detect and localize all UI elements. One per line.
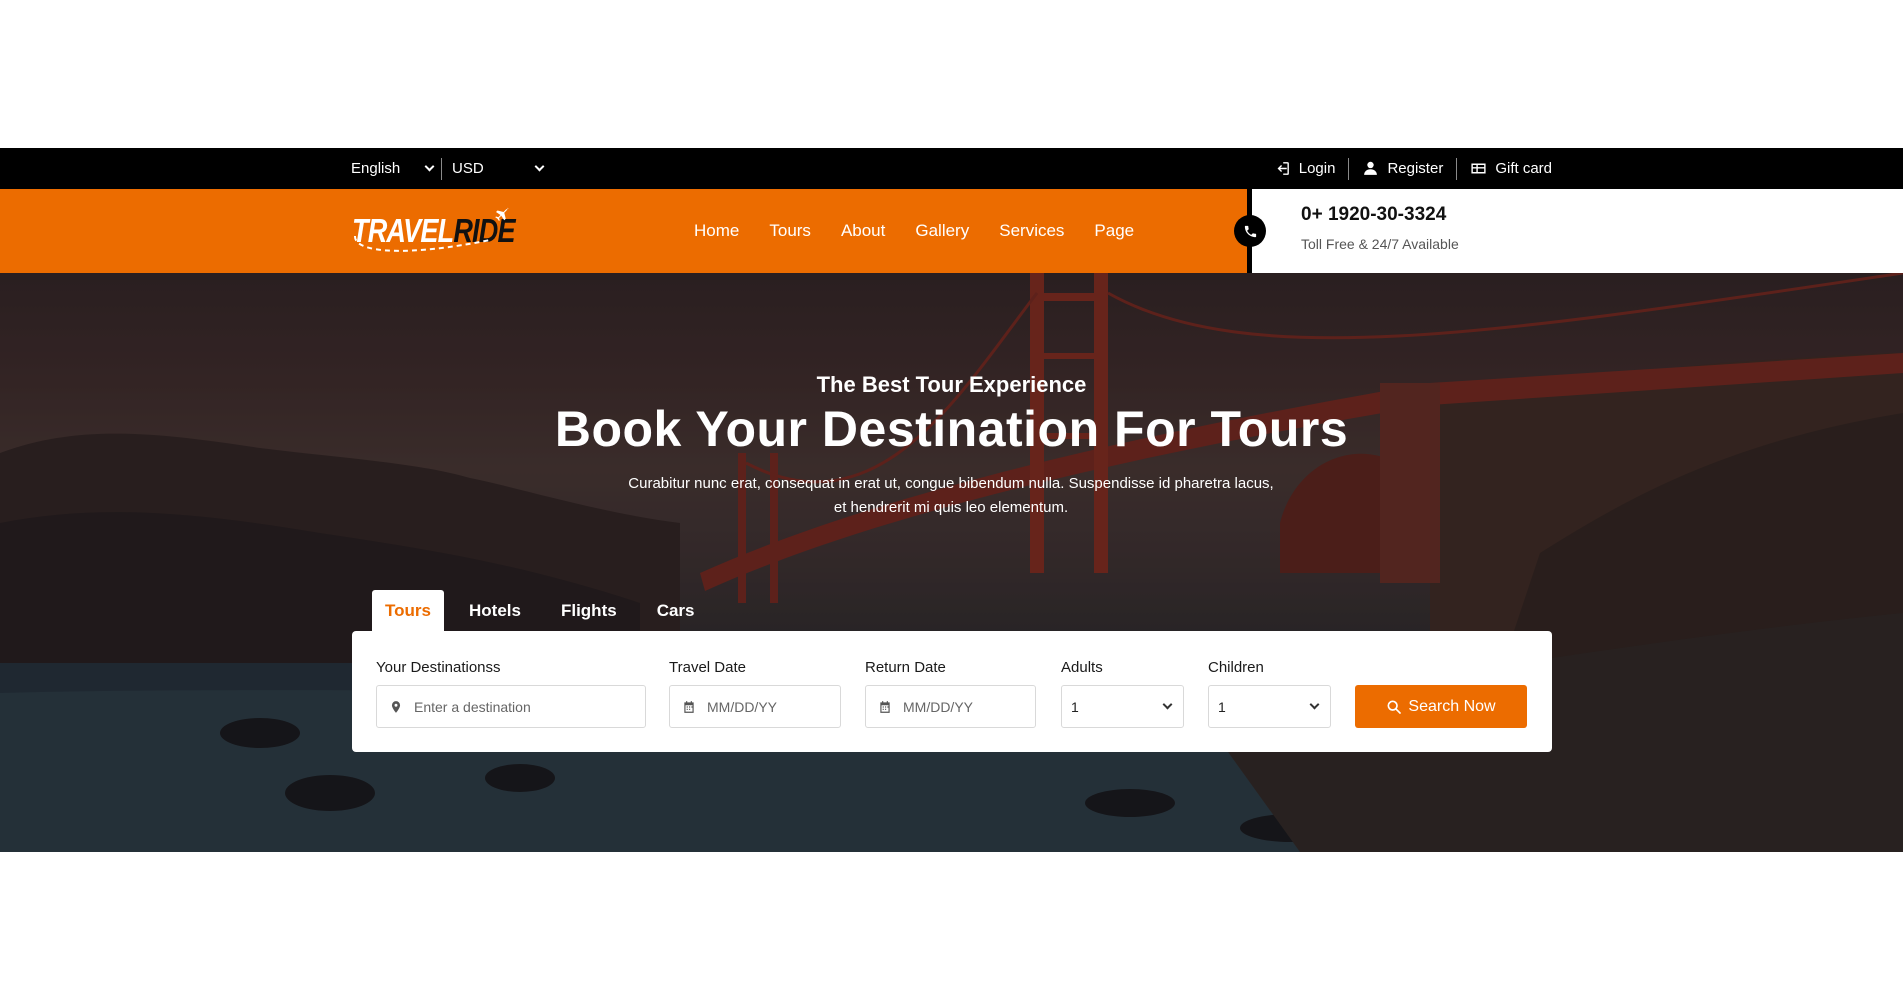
tab-hotels[interactable]: Hotels: [454, 590, 536, 631]
hero-description: Curabitur nunc erat, consequat in erat u…: [551, 472, 1351, 520]
tab-flights[interactable]: Flights: [546, 590, 632, 631]
hero-subtitle: The Best Tour Experience: [816, 372, 1087, 397]
nav-tours[interactable]: Tours: [769, 221, 811, 241]
chevron-down-icon: [534, 161, 545, 172]
gift-card-link[interactable]: Gift card: [1456, 157, 1552, 180]
tab-cars[interactable]: Cars: [642, 590, 710, 631]
search-now-button[interactable]: Search Now: [1355, 685, 1527, 728]
return-date-placeholder: MM/DD/YY: [903, 698, 973, 715]
register-label: Register: [1387, 160, 1444, 177]
phone-panel: [1247, 189, 1903, 273]
map-pin-icon: [391, 700, 401, 713]
search-now-label: Search Now: [1408, 697, 1496, 715]
hero-description-line-2: et hendrerit mi quis leo elementum.: [833, 499, 1069, 516]
sign-in-icon: [1277, 162, 1289, 175]
destination-placeholder: Enter a destination: [414, 698, 531, 715]
adults-select[interactable]: 1: [1061, 685, 1184, 728]
travel-date-label: Travel Date: [669, 659, 746, 676]
children-field: Children 1: [1208, 659, 1331, 728]
nav-page[interactable]: Page: [1094, 221, 1134, 241]
tab-tours[interactable]: Tours: [372, 590, 444, 631]
adults-label: Adults: [1061, 659, 1103, 676]
hero-description-line-1: Curabitur nunc erat, consequat in erat u…: [628, 475, 1274, 492]
chevron-down-icon: [424, 161, 435, 172]
currency-value: USD: [452, 160, 484, 177]
hero-banner: [0, 273, 1903, 852]
children-label: Children: [1208, 659, 1264, 676]
airplane-icon: [495, 207, 509, 221]
phone-call-button[interactable]: [1234, 215, 1266, 247]
search-icon: [1387, 700, 1402, 714]
chevron-down-icon: [1162, 699, 1173, 710]
phone-number[interactable]: 0+ 1920-30-3324: [1301, 204, 1446, 226]
logo-trail-decoration: [353, 235, 491, 252]
children-select[interactable]: 1: [1208, 685, 1331, 728]
destination-label: Your Destinationss: [376, 659, 501, 676]
chevron-down-icon: [1309, 699, 1320, 710]
main-nav: Home Tours About Gallery Services Page: [694, 189, 1134, 273]
nav-home[interactable]: Home: [694, 221, 739, 241]
login-link[interactable]: Login: [1261, 158, 1349, 180]
return-date-input[interactable]: MM/DD/YY: [865, 685, 1036, 728]
topbar-selectors: English USD: [351, 148, 545, 189]
calendar-icon: [684, 700, 694, 713]
topbar-links: Login Register Gift card: [1261, 148, 1552, 189]
phone-icon: [1244, 225, 1256, 237]
travel-date-input[interactable]: MM/DD/YY: [669, 685, 841, 728]
destination-input[interactable]: Enter a destination: [376, 685, 646, 728]
register-link[interactable]: Register: [1348, 157, 1456, 180]
destination-field: Your Destinationss Enter a destination: [376, 659, 646, 728]
hero-title: Book Your Destination For Tours: [554, 401, 1349, 457]
travel-date-placeholder: MM/DD/YY: [707, 698, 777, 715]
hero-overlay: [0, 273, 1903, 852]
nav-services[interactable]: Services: [999, 221, 1064, 241]
currency-select[interactable]: USD: [441, 157, 545, 180]
login-label: Login: [1298, 160, 1336, 177]
user-icon: [1364, 161, 1378, 175]
adults-field: Adults 1: [1061, 659, 1184, 728]
return-date-label: Return Date: [865, 659, 946, 676]
nav-gallery[interactable]: Gallery: [915, 221, 969, 241]
calendar-icon: [880, 700, 890, 713]
top-bar: English USD Login Register Gift card: [0, 148, 1903, 189]
gift-card-label: Gift card: [1495, 160, 1552, 177]
language-select[interactable]: English: [351, 160, 441, 177]
phone-availability: Toll Free & 24/7 Available: [1301, 236, 1459, 252]
site-logo[interactable]: TRAVELRIDE: [352, 206, 516, 256]
children-value: 1: [1218, 698, 1226, 715]
booking-tabs: Tours Hotels Flights Cars: [372, 590, 710, 631]
return-date-field: Return Date MM/DD/YY: [865, 659, 1036, 728]
nav-about[interactable]: About: [841, 221, 885, 241]
booking-form: Your Destinationss Enter a destination T…: [352, 631, 1552, 752]
travel-date-field: Travel Date MM/DD/YY: [669, 659, 841, 728]
adults-value: 1: [1071, 698, 1079, 715]
language-value: English: [351, 160, 401, 177]
gift-card-icon: [1471, 163, 1486, 174]
